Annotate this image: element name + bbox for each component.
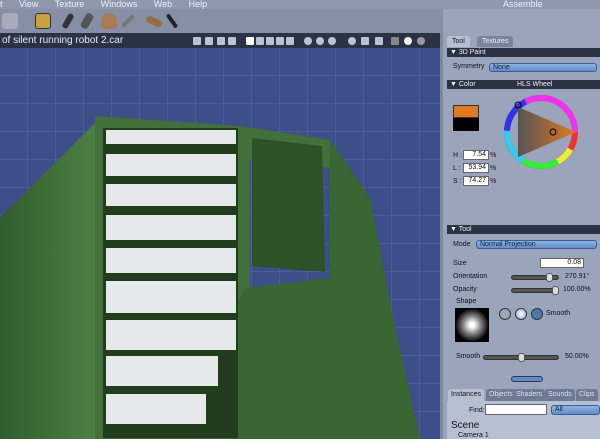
mode-label: Mode	[453, 241, 471, 248]
pencil-tool-icon[interactable]	[120, 13, 136, 29]
tab-shaders[interactable]: Shaders	[513, 389, 546, 401]
mode-select[interactable]: Normal Projection	[476, 240, 597, 249]
panel-splitter[interactable]	[511, 376, 543, 382]
h-field[interactable]: 7.54	[463, 150, 489, 160]
opacity-label: Opacity	[453, 286, 477, 293]
h-label: H :	[453, 152, 462, 159]
tab-clips[interactable]: Clips	[576, 389, 598, 401]
tab-sounds[interactable]: Sounds	[545, 389, 575, 401]
camera-icon[interactable]	[193, 37, 201, 45]
shield-icon[interactable]	[328, 37, 336, 45]
symmetry-label: Symmetry	[453, 63, 485, 70]
stamp-tool-icon[interactable]	[101, 13, 117, 29]
eraser-tool-icon[interactable]	[145, 14, 163, 29]
layout-three-icon[interactable]	[266, 37, 274, 45]
tab-tool[interactable]: Tool	[447, 36, 470, 47]
paint-section-header[interactable]: ▼ 3D Paint	[447, 48, 600, 57]
layout-custom-icon[interactable]	[286, 37, 294, 45]
brush-preview	[455, 308, 489, 342]
size-label: Size	[453, 260, 467, 267]
move-tool-icon[interactable]	[2, 13, 18, 29]
menu-view[interactable]: View	[19, 0, 38, 9]
menu-bar: t View Texture Windows Web Help Assemble	[0, 0, 600, 9]
flat-shade-icon[interactable]	[391, 37, 399, 45]
3d-viewport[interactable]	[0, 48, 440, 439]
layout-single-icon[interactable]	[246, 37, 254, 45]
viewport-title-bar: of silent running robot 2.car	[0, 33, 440, 48]
color-header-label: Color	[458, 81, 476, 88]
l-field[interactable]: 53.94	[463, 163, 489, 173]
tab-textures[interactable]: Textures	[477, 36, 514, 47]
find-label: Find:	[469, 407, 485, 414]
orientation-slider[interactable]	[511, 273, 559, 282]
filter-select[interactable]: All	[551, 405, 600, 415]
opacity-slider[interactable]	[511, 286, 559, 295]
menu-texture[interactable]: Texture	[55, 0, 85, 9]
shape-hard-button[interactable]	[499, 308, 511, 320]
shape-name: Smooth	[546, 310, 571, 317]
tab-objects[interactable]: Objects	[486, 389, 516, 401]
viewport-scene	[0, 48, 440, 439]
menu-web[interactable]: Web	[154, 0, 172, 9]
render-icon[interactable]	[217, 37, 225, 45]
tool-section-header[interactable]: ▼ Tool	[447, 225, 600, 234]
shield-icon[interactable]	[316, 37, 324, 45]
viewport-title: of silent running robot 2.car	[2, 35, 124, 46]
h-unit: %	[490, 152, 497, 159]
texture-shade-icon[interactable]	[417, 37, 425, 45]
s-unit: %	[490, 178, 497, 185]
smooth-label: Smooth	[456, 353, 481, 360]
scene-root[interactable]: Scene	[451, 420, 479, 431]
size-field[interactable]: 0.08	[540, 258, 584, 268]
layout-two-icon[interactable]	[256, 37, 264, 45]
symmetry-select[interactable]: None	[489, 63, 597, 72]
eyedropper-tool-icon[interactable]	[165, 13, 179, 29]
hls-color-wheel[interactable]	[501, 92, 581, 172]
l-unit: %	[490, 165, 497, 172]
menu-file[interactable]: t	[0, 0, 3, 9]
brush-tool-icon[interactable]	[61, 12, 75, 30]
s-field[interactable]: 74.27	[463, 176, 489, 186]
settings-icon[interactable]	[228, 37, 236, 45]
find-input[interactable]	[485, 404, 547, 415]
shape-smooth-button[interactable]	[531, 308, 543, 320]
menu-windows[interactable]: Windows	[101, 0, 138, 9]
point-display-icon[interactable]	[348, 37, 356, 45]
paint-bucket-tool-icon[interactable]	[35, 13, 51, 29]
s-label: S :	[453, 178, 462, 185]
orientation-label: Orientation	[453, 273, 488, 280]
smooth-value: 50.00%	[565, 353, 589, 360]
background-color-swatch[interactable]	[453, 118, 479, 131]
foreground-color-swatch[interactable]	[453, 105, 479, 118]
opacity-value: 100.00%	[563, 286, 591, 293]
color-mode[interactable]: HLS Wheel	[517, 80, 552, 89]
right-panel: Tool Textures ▼ 3D Paint Symmetry None ▼…	[443, 9, 600, 439]
toolbar	[0, 9, 443, 33]
shield-icon[interactable]	[304, 37, 312, 45]
layout-four-icon[interactable]	[276, 37, 284, 45]
smooth-slider[interactable]	[483, 353, 559, 362]
airbrush-tool-icon[interactable]	[79, 12, 95, 30]
color-section-header[interactable]: ▼ Color HLS Wheel	[447, 80, 600, 89]
light-icon[interactable]	[205, 37, 213, 45]
menu-help[interactable]: Help	[189, 0, 208, 9]
orientation-value: 270.91°	[565, 273, 590, 280]
room-assemble[interactable]: Assemble	[503, 0, 543, 9]
robot-panel	[252, 138, 325, 272]
scene-item-camera[interactable]: Camera 1	[458, 432, 489, 439]
l-label: L :	[453, 165, 461, 172]
tool-header-label: Tool	[458, 226, 472, 233]
paint-header-label: 3D Paint	[458, 49, 486, 56]
wireframe-icon[interactable]	[375, 37, 383, 45]
shape-label: Shape	[456, 298, 477, 305]
shape-soft-button[interactable]	[515, 308, 527, 320]
bounding-box-icon[interactable]	[361, 37, 369, 45]
smooth-shade-icon[interactable]	[404, 37, 412, 45]
tab-instances[interactable]: Instances	[448, 389, 484, 401]
